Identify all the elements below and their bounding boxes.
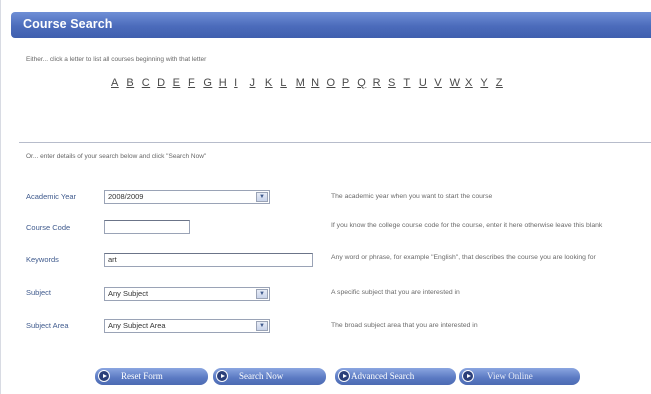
subject-area-help: The broad subject area that you are inte… [331,322,478,329]
letter-link-p[interactable]: P [342,77,357,95]
letter-link-g[interactable]: G [203,77,218,95]
advanced-search-button[interactable]: Advanced Search [335,368,456,385]
subject-value: Any Subject [108,289,149,298]
reset-form-label: Reset Form [121,371,163,381]
academic-year-value: 2008/2009 [108,192,144,201]
letter-link-f[interactable]: F [188,77,203,95]
chevron-down-icon[interactable]: ▼ [256,321,268,331]
page-title: Course Search [23,17,113,31]
chevron-down-icon[interactable]: ▼ [256,289,268,299]
course-search-panel: Course Search Either... click a letter t… [0,0,651,394]
letter-link-b[interactable]: B [126,77,141,95]
letter-link-u[interactable]: U [419,77,434,95]
subject-label: Subject [26,288,52,297]
view-online-label: View Online [487,371,533,381]
reset-form-button[interactable]: Reset Form [95,368,208,385]
play-icon [98,370,110,382]
letter-link-k[interactable]: K [265,77,280,95]
letter-link-m[interactable]: M [296,77,311,95]
letter-link-v[interactable]: V [434,77,449,95]
letter-link-d[interactable]: D [157,77,172,95]
view-online-button[interactable]: View Online [459,368,580,385]
keywords-input[interactable]: art [104,253,313,267]
play-icon [338,370,350,382]
advanced-search-label: Advanced Search [351,371,415,381]
academic-year-label: Academic Year [26,192,77,201]
search-instructions: Or... enter details of your search below… [26,153,207,160]
letter-link-z[interactable]: Z [496,77,511,95]
keywords-help: Any word or phrase, for example "English… [331,254,596,261]
letter-link-n[interactable]: N [311,77,326,95]
course-code-help: If you know the college course code for … [331,222,603,229]
letter-link-o[interactable]: O [326,77,341,95]
letter-link-r[interactable]: R [373,77,388,95]
letter-link-j[interactable]: J [250,77,265,95]
letter-link-x[interactable]: X [465,77,480,95]
letter-link-y[interactable]: Y [480,77,495,95]
letter-link-i[interactable]: I [234,77,249,95]
play-icon [216,370,228,382]
letter-instructions: Either... click a letter to list all cou… [26,56,207,63]
subject-select[interactable]: Any Subject ▼ [104,287,270,301]
chevron-down-icon[interactable]: ▼ [256,192,268,202]
subject-area-label: Subject Area [26,321,69,330]
subject-help: A specific subject that you are interest… [331,289,460,296]
course-code-input[interactable] [104,220,190,234]
letter-link-a[interactable]: A [111,77,126,95]
subject-area-select[interactable]: Any Subject Area ▼ [104,319,270,333]
letter-link-s[interactable]: S [388,77,403,95]
letter-link-q[interactable]: Q [357,77,372,95]
alphabet-index: ABCDEFGHIJKLMNOPQRSTUVWXYZ [111,77,591,95]
letter-link-t[interactable]: T [403,77,418,95]
letter-link-h[interactable]: H [219,77,234,95]
letter-link-e[interactable]: E [173,77,188,95]
course-code-label: Course Code [26,223,71,232]
letter-link-c[interactable]: C [142,77,157,95]
search-now-label: Search Now [239,371,284,381]
play-icon [462,370,474,382]
subject-area-value: Any Subject Area [108,321,166,330]
letter-link-w[interactable]: W [450,77,465,95]
academic-year-select[interactable]: 2008/2009 ▼ [104,190,270,204]
title-bar: Course Search [11,12,651,38]
letter-link-l[interactable]: L [280,77,295,95]
keywords-label: Keywords [26,255,59,264]
academic-year-help: The academic year when you want to start… [331,193,493,200]
search-now-button[interactable]: Search Now [213,368,326,385]
section-divider [19,142,651,143]
